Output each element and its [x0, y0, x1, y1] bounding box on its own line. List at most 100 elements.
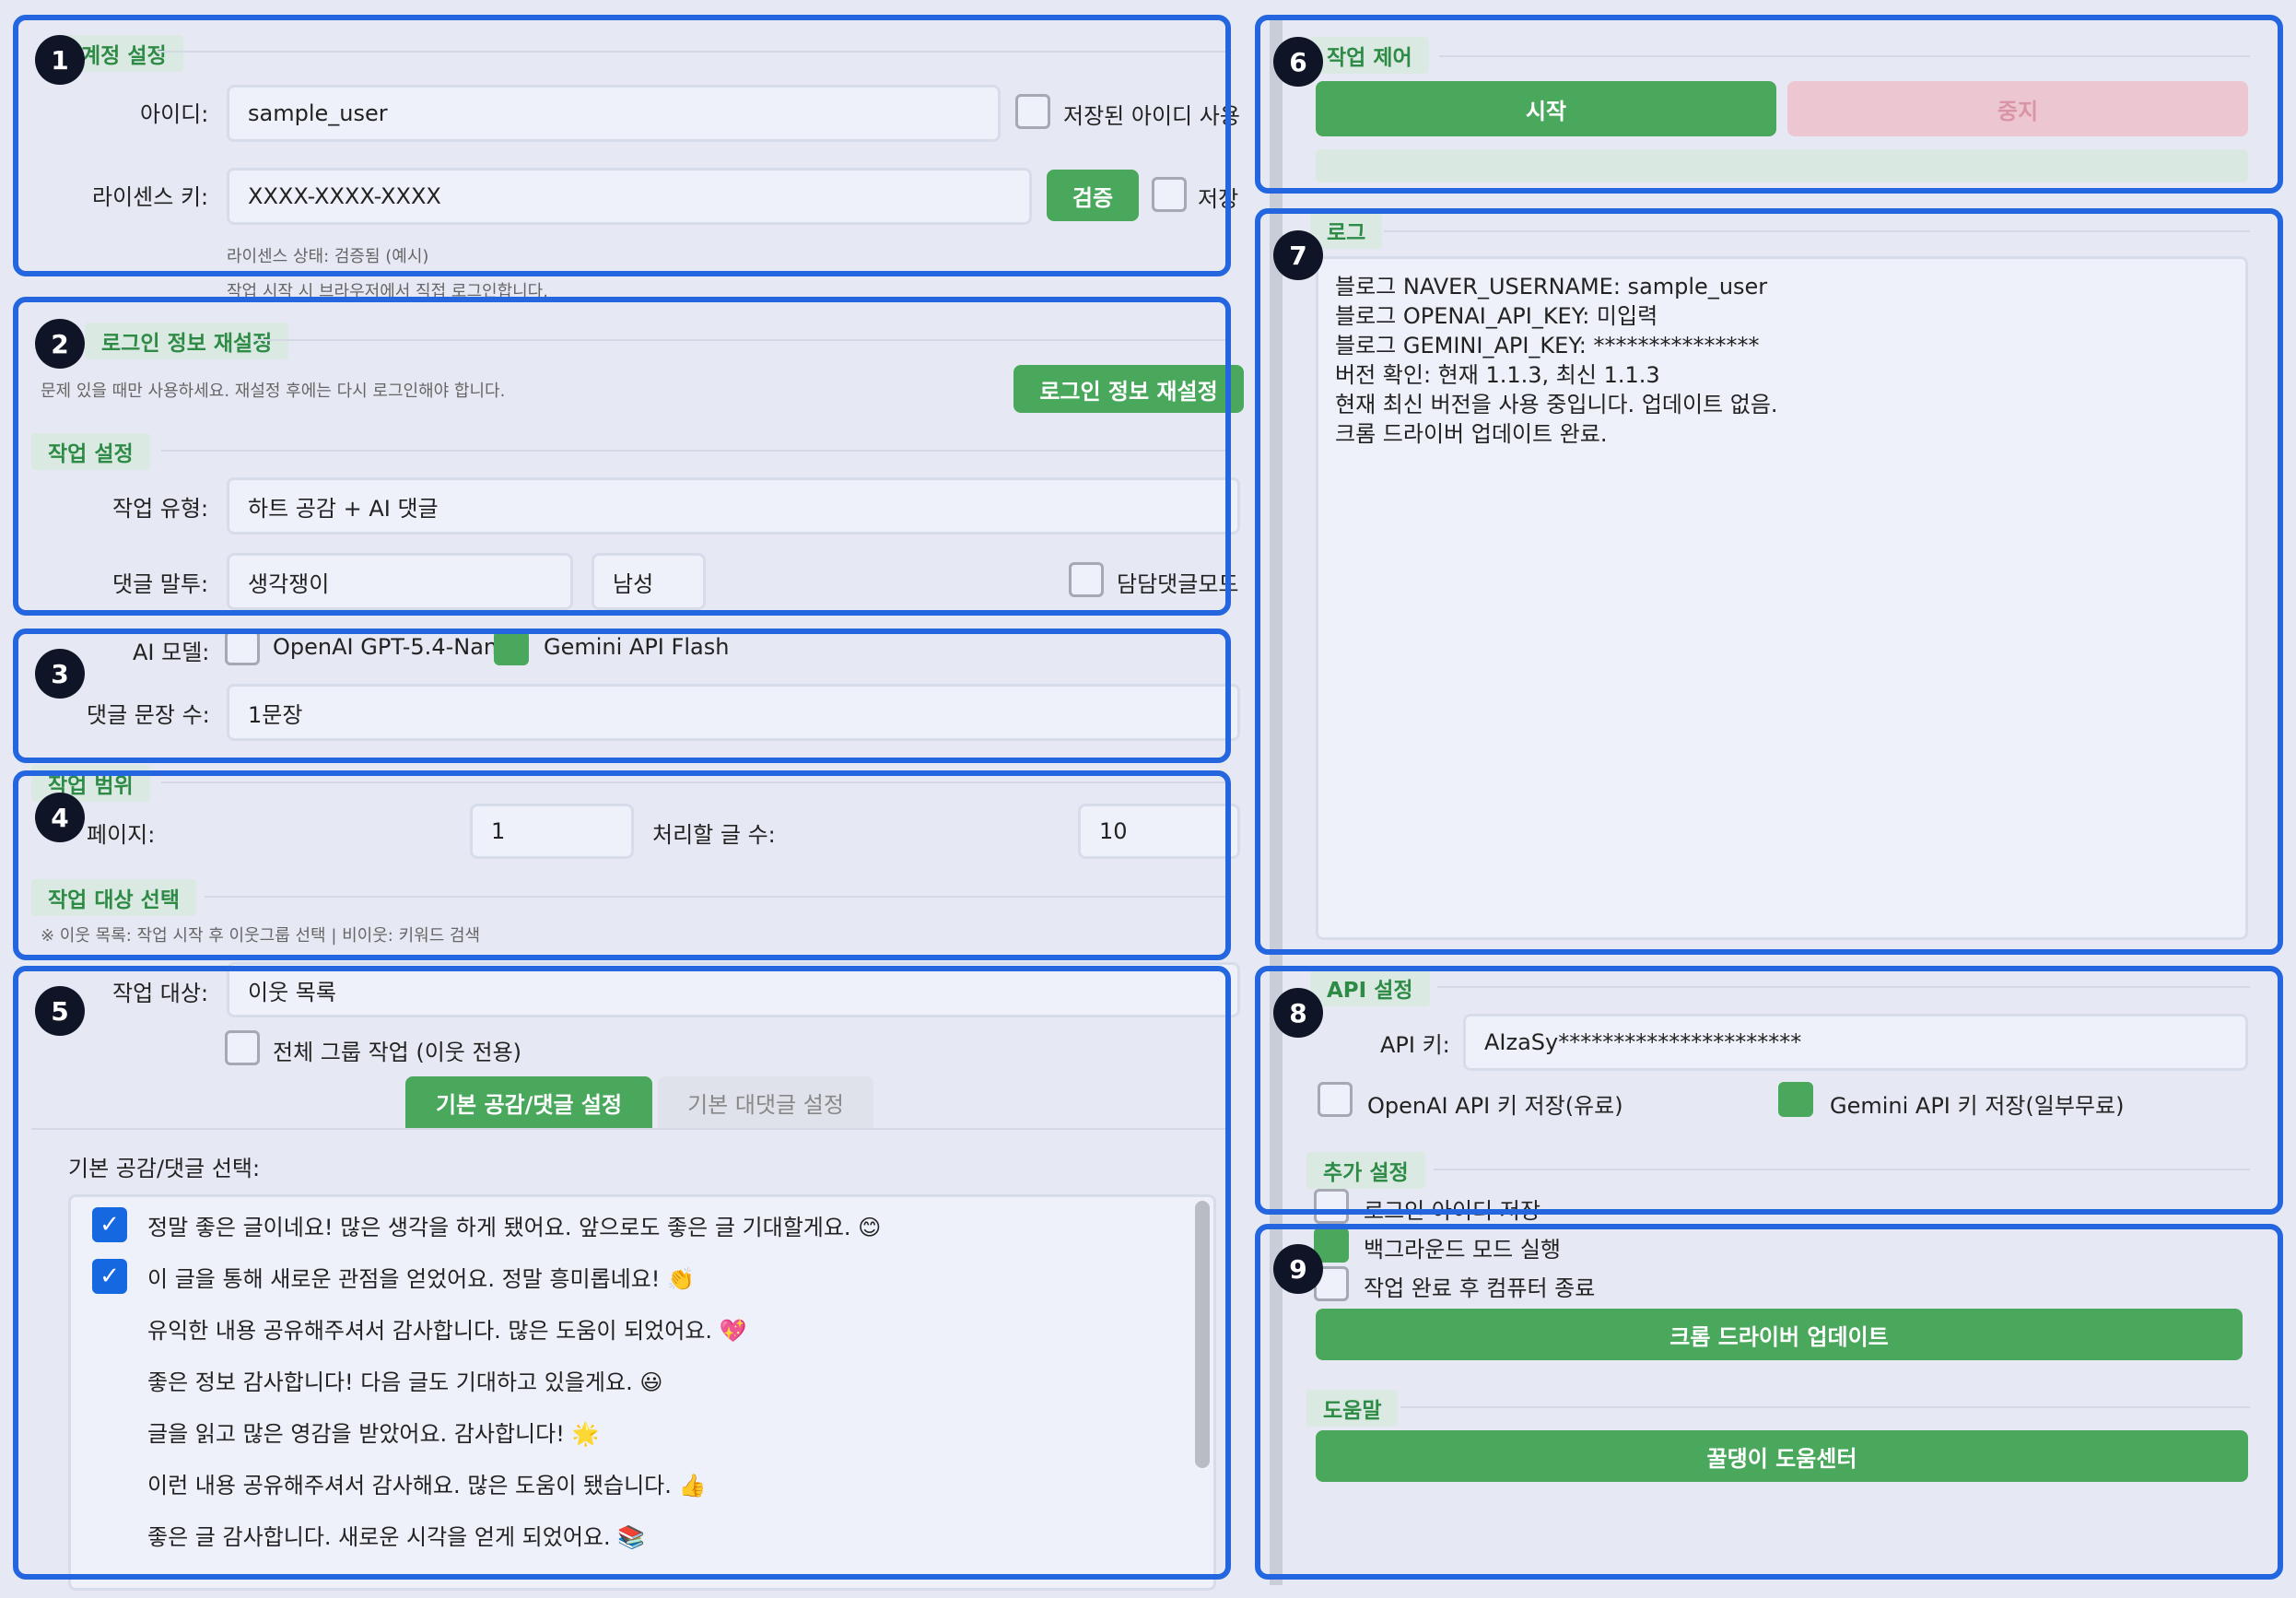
save-license-checkbox[interactable] — [1152, 177, 1187, 212]
divider — [1400, 1406, 2250, 1408]
log-textarea[interactable]: 블로그 NAVER_USERNAME: sample_user 블로그 OPEN… — [1316, 256, 2248, 940]
log-line-5: 현재 최신 버전을 사용 중입니다. 업데이트 없음. — [1335, 392, 1778, 417]
annotation-box-1 — [13, 15, 1231, 276]
divider — [1439, 55, 2250, 57]
divider — [161, 450, 1230, 452]
comment-item-1[interactable]: 정말 좋은 글이네요! 많은 생각을 하게 됐어요. 앞으로도 좋은 글 기대할… — [147, 1209, 881, 1241]
divider — [1384, 230, 2250, 232]
openai-model-label: OpenAI GPT-5.4-Nano — [273, 634, 511, 660]
login-note: 작업 시작 시 브라우저에서 직접 로그인합니다. — [227, 282, 548, 301]
target-note: ※ 이웃 목록: 작업 시작 후 이웃그룹 선택 | 비이웃: 키워드 검색 — [41, 926, 481, 946]
page-label: 페이지: — [87, 822, 156, 848]
comment-item-4[interactable]: 좋은 정보 감사합니다! 다음 글도 기대하고 있을게요. 😃 — [147, 1364, 662, 1396]
log-line-2: 블로그 OPENAI_API_KEY: 미입력 — [1335, 303, 1658, 329]
comment-select-label: 기본 공감/댓글 선택: — [68, 1156, 261, 1181]
shutdown-label: 작업 완료 후 컴퓨터 종료 — [1364, 1275, 1596, 1301]
log-line-6: 크롬 드라이버 업데이트 완료. — [1335, 421, 1608, 447]
annotation-badge-8: 8 — [1273, 988, 1323, 1038]
control-title: 작업 제어 — [1310, 37, 1429, 74]
count-input[interactable]: 10 — [1078, 804, 1240, 859]
comment-list-scrollbar[interactable] — [1195, 1201, 1210, 1468]
log-line-4: 버전 확인: 현재 1.1.3, 최신 1.1.3 — [1335, 362, 1660, 388]
task-settings-title: 작업 설정 — [31, 433, 150, 470]
annotation-badge-9: 9 — [1273, 1244, 1323, 1294]
tab-divider — [31, 1128, 1229, 1130]
openai-model-checkbox[interactable] — [225, 630, 260, 665]
comment-checkbox-1[interactable]: ✓ — [92, 1207, 127, 1242]
license-status: 라이센스 상태: 검증됨 (예시) — [227, 247, 429, 266]
save-login-id-label: 로그인 아이디 저장 — [1364, 1198, 1540, 1224]
annotation-badge-2: 2 — [35, 319, 85, 369]
reply-mode-label: 담담댓글모드 — [1117, 571, 1239, 597]
annotation-badge-1: 1 — [35, 35, 85, 85]
tab-reply-comment[interactable]: 기본 대댓글 설정 — [658, 1076, 873, 1128]
comment-item-2[interactable]: 이 글을 통해 새로운 관점을 얻었어요. 정말 흥미롭네요! 👏 — [147, 1261, 695, 1293]
comment-item-6[interactable]: 이런 내용 공유해주셔서 감사해요. 많은 도움이 됐습니다. 👍 — [147, 1467, 706, 1499]
reply-mode-checkbox[interactable] — [1069, 562, 1104, 597]
license-input[interactable]: XXXX-XXXX-XXXX — [227, 168, 1032, 225]
annotation-badge-4: 4 — [35, 793, 85, 842]
divider — [157, 51, 1230, 53]
count-label: 처리할 글 수: — [652, 822, 776, 848]
gemini-save-label: Gemini API 키 저장(일부무료) — [1830, 1093, 2125, 1119]
sentence-count-label: 댓글 문장 수: — [87, 702, 210, 728]
background-mode-label: 백그라운드 모드 실행 — [1364, 1237, 1561, 1263]
annotation-badge-7: 7 — [1273, 230, 1323, 280]
id-input[interactable]: sample_user — [227, 85, 1001, 142]
page-input[interactable]: 1 — [470, 804, 634, 859]
log-line-3: 블로그 GEMINI_API_KEY: *************** — [1335, 333, 1760, 358]
annotation-badge-6: 6 — [1273, 37, 1323, 87]
api-key-input[interactable]: AIzaSy********************** — [1463, 1014, 2248, 1071]
progress-bar — [1316, 149, 2248, 182]
task-type-select[interactable]: 하트 공감 + AI 댓글 — [227, 477, 1240, 535]
log-title: 로그 — [1310, 212, 1383, 249]
help-center-button[interactable]: 꿀댕이 도움센터 — [1316, 1430, 2248, 1482]
api-title: API 설정 — [1310, 969, 1430, 1006]
divider — [1437, 986, 2250, 988]
all-group-checkbox[interactable] — [225, 1030, 260, 1065]
sentence-count-select[interactable]: 1문장 — [227, 684, 1240, 741]
divider — [1434, 1169, 2250, 1170]
stop-button[interactable]: 중지 — [1787, 81, 2248, 136]
gemini-save-checkbox[interactable] — [1778, 1082, 1813, 1117]
annotation-badge-3: 3 — [35, 649, 85, 699]
divider — [161, 781, 1230, 783]
login-reset-title: 로그인 정보 재설정 — [85, 323, 289, 359]
comment-item-5[interactable]: 글을 읽고 많은 영감을 받았어요. 감사합니다! 🌟 — [147, 1416, 599, 1448]
gemini-model-checkbox[interactable] — [494, 630, 529, 665]
comment-item-3[interactable]: 유익한 내용 공유해주셔서 감사합니다. 많은 도움이 되었어요. 💖 — [147, 1312, 747, 1345]
save-login-id-checkbox[interactable] — [1314, 1189, 1349, 1224]
saved-id-label: 저장된 아이디 사용 — [1063, 103, 1240, 129]
log-line-1: 블로그 NAVER_USERNAME: sample_user — [1335, 274, 1768, 300]
comment-item-7[interactable]: 좋은 글 감사합니다. 새로운 시각을 얻게 되었어요. 📚 — [147, 1519, 645, 1551]
target-title: 작업 대상 선택 — [31, 879, 196, 916]
start-button[interactable]: 시작 — [1316, 81, 1776, 136]
tab-basic-comment[interactable]: 기본 공감/댓글 설정 — [405, 1076, 652, 1128]
help-title: 도움말 — [1306, 1390, 1399, 1427]
openai-save-checkbox[interactable] — [1318, 1082, 1353, 1117]
api-key-label: API 키: — [1380, 1032, 1450, 1058]
login-reset-note: 문제 있을 때만 사용하세요. 재설정 후에는 다시 로그인해야 합니다. — [41, 382, 506, 401]
divider — [253, 339, 1230, 341]
login-reset-button[interactable]: 로그인 정보 재설정 — [1013, 365, 1244, 413]
tone-label: 댓글 말투: — [112, 571, 209, 597]
extra-title: 추가 설정 — [1306, 1152, 1425, 1189]
annotation-badge-5: 5 — [35, 986, 85, 1036]
gemini-model-label: Gemini API Flash — [544, 634, 730, 660]
task-type-label: 작업 유형: — [112, 496, 209, 522]
ai-model-label: AI 모델: — [133, 640, 210, 665]
saved-id-checkbox[interactable] — [1015, 94, 1050, 129]
openai-save-label: OpenAI API 키 저장(유료) — [1367, 1093, 1623, 1119]
driver-update-button[interactable]: 크롬 드라이버 업데이트 — [1316, 1309, 2243, 1360]
comment-checkbox-2[interactable]: ✓ — [92, 1259, 127, 1294]
id-label: 아이디: — [140, 101, 209, 127]
tone-select[interactable]: 생각쟁이 — [227, 553, 573, 610]
gender-select[interactable]: 남성 — [592, 553, 706, 610]
license-label: 라이센스 키: — [92, 184, 209, 210]
target-label: 작업 대상: — [112, 981, 209, 1006]
target-select[interactable]: 이웃 목록 — [227, 962, 1240, 1017]
divider — [205, 896, 1230, 898]
verify-button[interactable]: 검증 — [1047, 170, 1139, 221]
save-license-label: 저장 — [1198, 186, 1239, 212]
all-group-label: 전체 그룹 작업 (이웃 전용) — [273, 1040, 522, 1065]
